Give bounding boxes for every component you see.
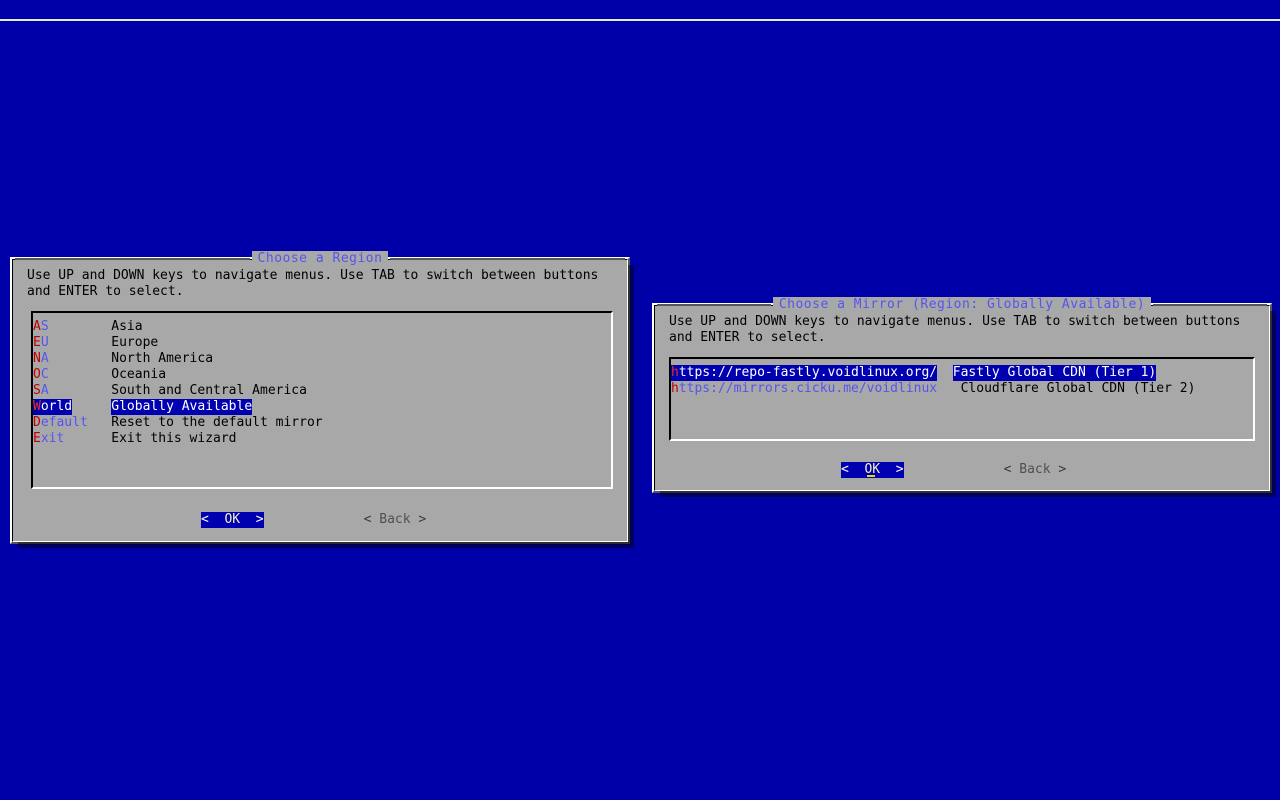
back-button-label: Back <box>379 512 411 527</box>
text-cursor <box>867 475 875 477</box>
column-gap <box>937 381 960 397</box>
region-tag-rest: A <box>40 351 49 366</box>
column-gap <box>49 367 112 383</box>
ok-button[interactable]: < OK > <box>841 462 904 478</box>
back-button-label: Back <box>1019 462 1051 477</box>
column-gap <box>64 431 111 447</box>
hotkey-letter: h <box>671 365 679 380</box>
hotkey-letter: W <box>33 399 41 414</box>
list-item[interactable]: EU Europe <box>33 335 611 351</box>
column-gap <box>88 415 111 431</box>
hotkey-letter: E <box>33 431 41 446</box>
region-tag: EU <box>33 335 49 351</box>
mirror-url-rest: ttps://repo-fastly.voidlinux.org/ <box>678 365 938 380</box>
ok-button-label: OK <box>224 512 241 528</box>
region-description: South and Central America <box>111 383 307 398</box>
column-gap <box>72 399 111 415</box>
keyboard-hint-text: Use UP and DOWN keys to navigate menus. … <box>669 314 1241 345</box>
region-tag: OC <box>33 367 49 383</box>
list-item[interactable]: https://mirrors.cicku.me/voidlinux Cloud… <box>671 381 1253 397</box>
list-item[interactable]: SA South and Central America <box>33 383 611 399</box>
list-item[interactable]: NA North America <box>33 351 611 367</box>
column-gap <box>49 335 112 351</box>
back-button[interactable]: < Back > <box>364 512 427 528</box>
right-arrow-icon: > <box>418 512 427 527</box>
hotkey-letter: E <box>33 335 41 350</box>
hotkey-letter: N <box>33 351 41 366</box>
ok-button[interactable]: < OK > <box>201 512 264 528</box>
region-tag-rest: U <box>40 335 49 350</box>
region-tag: Default <box>33 415 88 431</box>
list-item[interactable]: AS Asia <box>33 319 611 335</box>
mirror-url: https://mirrors.cicku.me/voidlinux <box>671 381 937 397</box>
list-item[interactable]: Default Reset to the default mirror <box>33 415 611 431</box>
list-item-selected[interactable]: World Globally Available <box>33 399 611 415</box>
left-arrow-icon: < <box>201 512 209 528</box>
mirror-list: https://repo-fastly.voidlinux.org/ Fastl… <box>671 359 1253 397</box>
region-description: Reset to the default mirror <box>111 415 323 430</box>
region-tag: AS <box>33 319 49 335</box>
region-description: Oceania <box>111 367 167 382</box>
region-tag: SA <box>33 383 49 399</box>
region-tag: NA <box>33 351 49 367</box>
hotkey-letter: O <box>33 367 41 382</box>
dialog-button-row: < OK > < Back > <box>841 462 1066 478</box>
back-button[interactable]: < Back > <box>1004 462 1067 478</box>
hotkey-letter: h <box>671 381 679 396</box>
screen-top-rule <box>0 19 1280 21</box>
keyboard-hint-text: Use UP and DOWN keys to navigate menus. … <box>27 268 599 299</box>
region-tag-rest: efault <box>40 415 88 430</box>
mirror-description: Fastly Global CDN (Tier 1) <box>952 365 1157 381</box>
dialog-button-row: < OK > < Back > <box>201 512 426 528</box>
hotkey-letter: S <box>33 383 41 398</box>
hotkey-letter: D <box>33 415 41 430</box>
column-gap <box>49 319 112 335</box>
region-tag-rest: A <box>40 383 49 398</box>
region-tag-rest: S <box>40 319 49 334</box>
region-description: Asia <box>111 319 143 334</box>
column-gap <box>49 351 112 367</box>
dialog-choose-region: Choose a Region Use UP and DOWN keys to … <box>10 251 634 548</box>
left-arrow-icon: < <box>363 512 372 527</box>
region-tag-rest: orld <box>40 399 73 414</box>
region-list: AS Asia EU Europe NA North America OC Oc… <box>33 313 611 447</box>
list-item[interactable]: Exit Exit this wizard <box>33 431 611 447</box>
region-tag-rest: xit <box>40 431 65 446</box>
mirror-url-rest: ttps://mirrors.cicku.me/voidlinux <box>678 381 938 396</box>
left-arrow-icon: < <box>1003 462 1012 477</box>
column-gap <box>937 365 953 381</box>
right-arrow-icon: > <box>255 512 264 528</box>
right-arrow-icon: > <box>1058 462 1067 477</box>
column-gap <box>49 383 112 399</box>
region-description: Exit this wizard <box>111 431 237 446</box>
mirror-listbox[interactable]: https://repo-fastly.voidlinux.org/ Fastl… <box>669 357 1255 441</box>
left-arrow-icon: < <box>841 462 849 478</box>
dialog-choose-mirror: Choose a Mirror (Region: Globally Availa… <box>652 297 1276 497</box>
region-description: Europe <box>111 335 159 350</box>
region-listbox[interactable]: AS Asia EU Europe NA North America OC Oc… <box>31 311 613 489</box>
region-description: North America <box>111 351 214 366</box>
list-item[interactable]: OC Oceania <box>33 367 611 383</box>
list-item-selected[interactable]: https://repo-fastly.voidlinux.org/ Fastl… <box>671 365 1253 381</box>
right-arrow-icon: > <box>895 462 904 478</box>
installer-screen: Choose a Region Use UP and DOWN keys to … <box>0 0 1280 800</box>
region-tag: World <box>33 399 73 415</box>
region-tag: Exit <box>33 431 64 447</box>
mirror-description: Cloudflare Global CDN (Tier 2) <box>960 381 1196 396</box>
mirror-url: https://repo-fastly.voidlinux.org/ <box>671 365 938 381</box>
region-tag-rest: C <box>40 367 49 382</box>
hotkey-letter: A <box>33 319 41 334</box>
region-description: Globally Available <box>111 399 253 415</box>
